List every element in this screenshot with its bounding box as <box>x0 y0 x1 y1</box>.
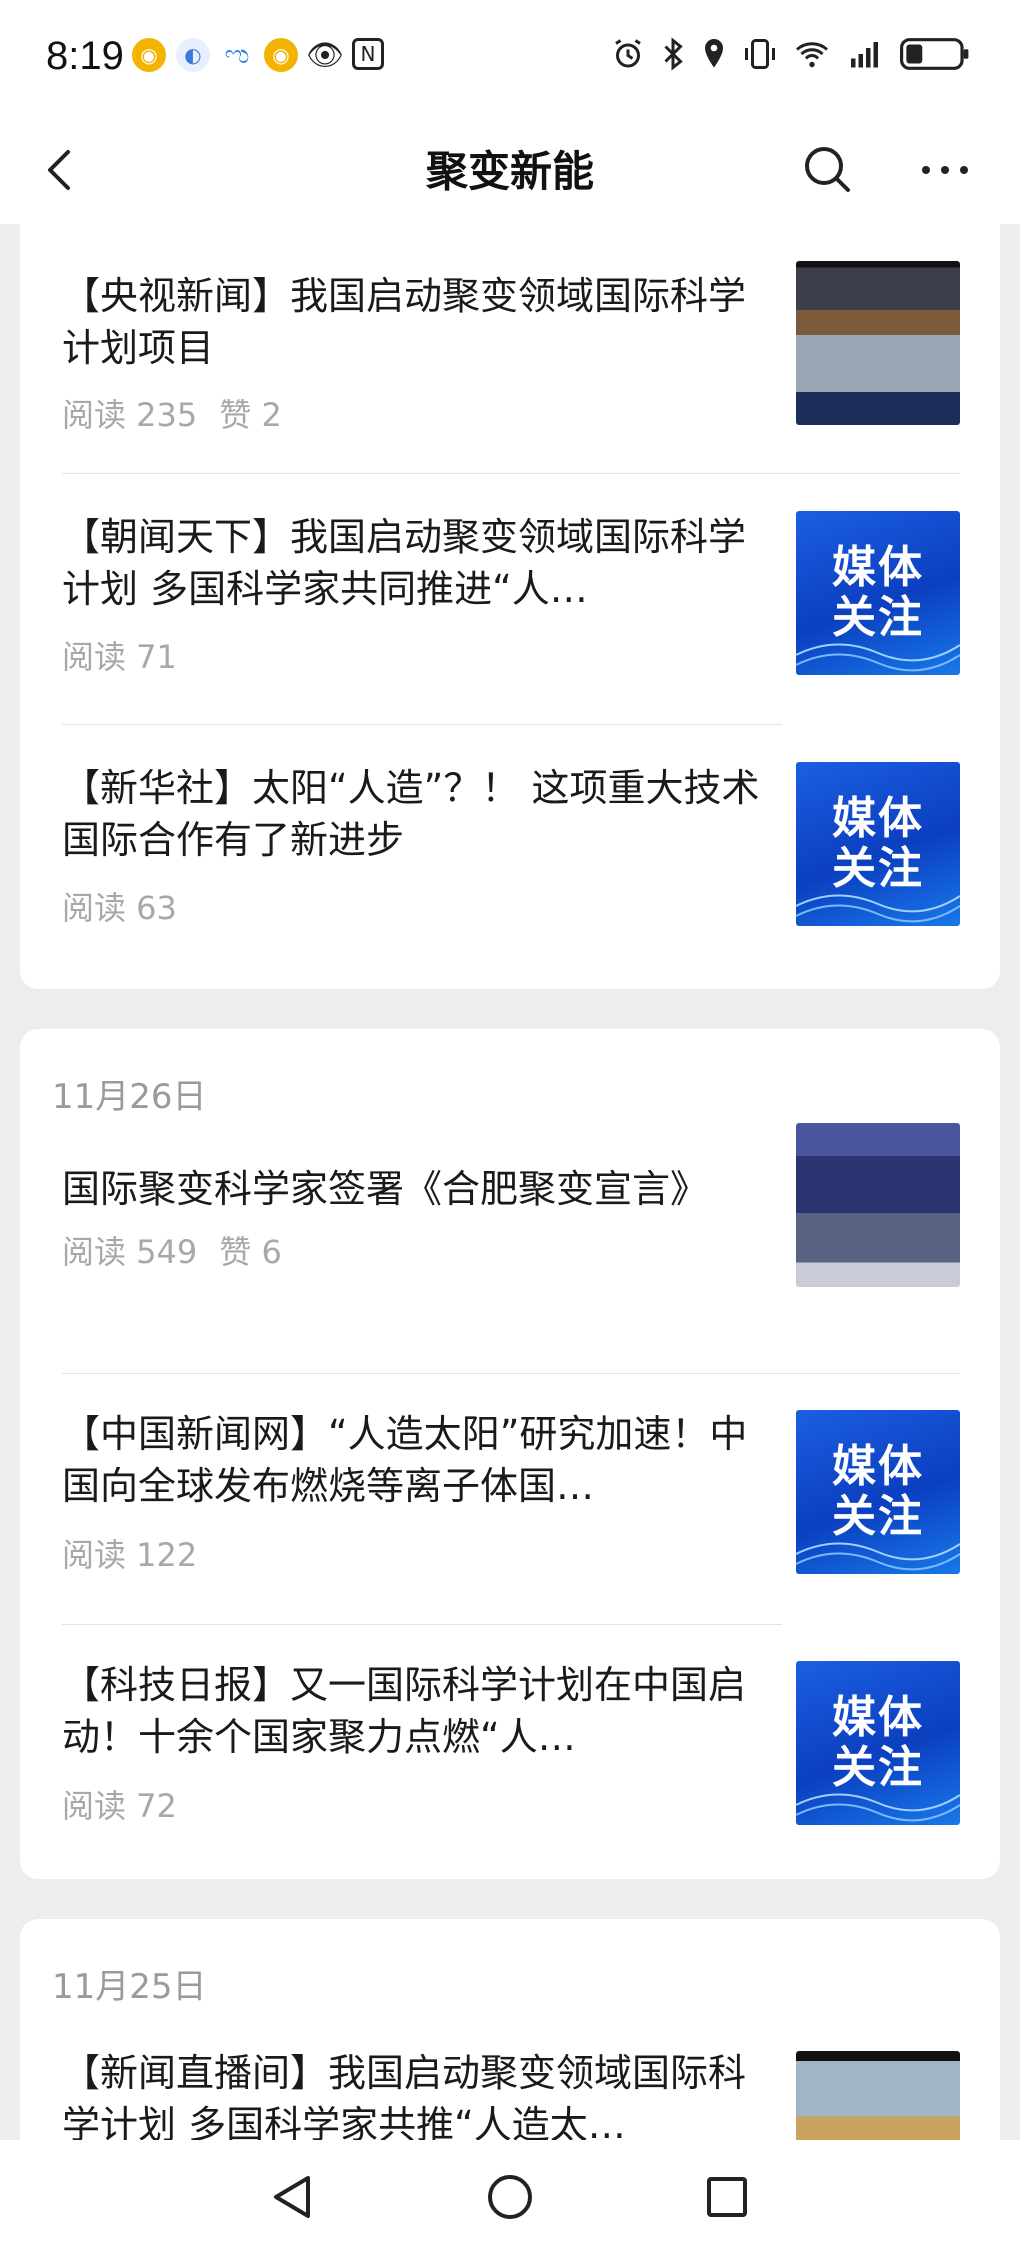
article-feed[interactable]: 【央视新闻】我国启动聚变领域国际科学计划项目 阅读 235 赞 2 【朝闻天下】… <box>0 224 1020 2140</box>
system-recents-button[interactable] <box>702 2172 752 2222</box>
circle-home-icon <box>488 2175 532 2219</box>
article-title: 【新闻直播间】我国启动聚变领域国际科学计划 多国科学家共推“人造太… <box>62 2051 747 2140</box>
article-title: 【新华社】太阳“人造”？！ 这项重大技术国际合作有了新进步 <box>62 766 760 862</box>
weibo-icon: ◉ <box>264 38 298 72</box>
more-icon <box>922 166 968 174</box>
read-count: 阅读 235 <box>62 396 198 434</box>
article-meta: 阅读 549 赞 6 <box>62 1227 282 1273</box>
page-title: 聚变新能 <box>425 147 594 196</box>
media-attention-thumbnail: 媒体 关注 <box>796 1661 960 1825</box>
battery-icon <box>900 38 969 70</box>
like-count: 赞 6 <box>219 1233 282 1271</box>
system-back-button[interactable] <box>268 2172 318 2222</box>
article-item[interactable]: 国际聚变科学家签署《合肥聚变宣言》 阅读 549 赞 6 <box>20 1123 1000 1399</box>
location-icon <box>705 39 723 68</box>
article-card: 11月26日 国际聚变科学家签署《合肥聚变宣言》 阅读 549 赞 6 【中国新… <box>20 1029 1000 1879</box>
article-item[interactable]: 【新华社】太阳“人造”？！ 这项重大技术国际合作有了新进步 阅读 63 媒体 关注 <box>20 725 1000 975</box>
article-thumbnail <box>796 261 960 425</box>
article-item[interactable]: 【朝闻天下】我国启动聚变领域国际科学计划 多国科学家共同推进“人… 阅读 71 … <box>20 474 1000 724</box>
square-recents-icon <box>707 2177 747 2217</box>
article-meta: 阅读 235 赞 2 <box>62 390 282 436</box>
vibrate-icon <box>745 39 775 69</box>
article-meta: 阅读 72 <box>62 1781 177 1827</box>
bluetooth-icon <box>664 37 683 71</box>
app-icon: ◐ <box>176 38 210 72</box>
article-item[interactable]: 【中国新闻网】“人造太阳”研究加速！中国向全球发布燃烧等离子体国… 阅读 122… <box>20 1374 1000 1624</box>
article-thumbnail <box>796 1123 960 1287</box>
triangle-back-icon <box>274 2176 310 2218</box>
article-title: 【科技日报】又一国际科学计划在中国启动！十余个国家聚力点燃“人… <box>62 1663 747 1759</box>
search-icon <box>805 147 850 192</box>
article-item[interactable]: 【科技日报】又一国际科学计划在中国启动！十余个国家聚力点燃“人… 阅读 72 媒… <box>20 1625 1000 1875</box>
read-count: 阅读 122 <box>62 1536 198 1574</box>
thumb-text: 媒体 <box>832 1441 924 1492</box>
thumb-text: 媒体 <box>832 542 924 593</box>
like-count: 赞 2 <box>219 396 282 434</box>
article-card: 【央视新闻】我国启动聚变领域国际科学计划项目 阅读 235 赞 2 【朝闻天下】… <box>20 224 1000 989</box>
article-title: 国际聚变科学家签署《合肥聚变宣言》 <box>62 1167 709 1211</box>
read-count: 阅读 72 <box>62 1787 177 1825</box>
article-thumbnail <box>796 2051 960 2140</box>
date-header: 11月25日 <box>52 1967 207 2007</box>
article-title: 【朝闻天下】我国启动聚变领域国际科学计划 多国科学家共同推进“人… <box>62 515 747 611</box>
eye-icon: 👁 <box>305 37 345 73</box>
media-attention-thumbnail: 媒体 关注 <box>796 511 960 675</box>
status-time: 8:19 <box>46 34 124 78</box>
thumb-text: 媒体 <box>832 793 924 844</box>
date-header: 11月26日 <box>52 1077 207 1117</box>
system-home-button[interactable] <box>485 2172 535 2222</box>
article-item[interactable]: 【央视新闻】我国启动聚变领域国际科学计划项目 阅读 235 赞 2 <box>20 224 1000 474</box>
article-title: 【中国新闻网】“人造太阳”研究加速！中国向全球发布燃烧等离子体国… <box>62 1412 748 1508</box>
media-attention-thumbnail: 媒体 关注 <box>796 1410 960 1574</box>
notification-icons: ◉ ◐ ಌ ◉ 👁 N <box>132 37 384 73</box>
thumb-text: 媒体 <box>832 1692 924 1743</box>
status-bar: 8:19 ◉ ◐ ಌ ◉ 👁 N <box>0 0 1020 118</box>
read-count: 阅读 63 <box>62 889 177 927</box>
system-icons <box>610 36 970 72</box>
article-meta: 阅读 122 <box>62 1530 197 1576</box>
article-item[interactable]: 【新闻直播间】我国启动聚变领域国际科学计划 多国科学家共推“人造太… <box>20 2039 1000 2140</box>
nfc-icon: N <box>352 38 384 70</box>
system-nav-bar <box>0 2140 1020 2250</box>
article-meta: 阅读 71 <box>62 632 177 678</box>
nav-bar: 聚变新能 <box>0 118 1020 224</box>
media-attention-thumbnail: 媒体 关注 <box>796 762 960 926</box>
wifi-icon <box>796 42 828 68</box>
read-count: 阅读 549 <box>62 1233 198 1271</box>
article-meta: 阅读 63 <box>62 883 177 929</box>
signal-icon <box>851 42 878 68</box>
search-button[interactable] <box>798 140 858 200</box>
more-button[interactable] <box>910 140 980 200</box>
article-card: 11月25日 【新闻直播间】我国启动聚变领域国际科学计划 多国科学家共推“人造太… <box>20 1919 1000 2140</box>
read-count: 阅读 71 <box>62 638 177 676</box>
alarm-icon <box>615 39 641 68</box>
weibo-icon: ◉ <box>132 38 166 72</box>
article-title: 【央视新闻】我国启动聚变领域国际科学计划项目 <box>62 274 747 370</box>
chat-icon: ಌ <box>220 38 254 72</box>
